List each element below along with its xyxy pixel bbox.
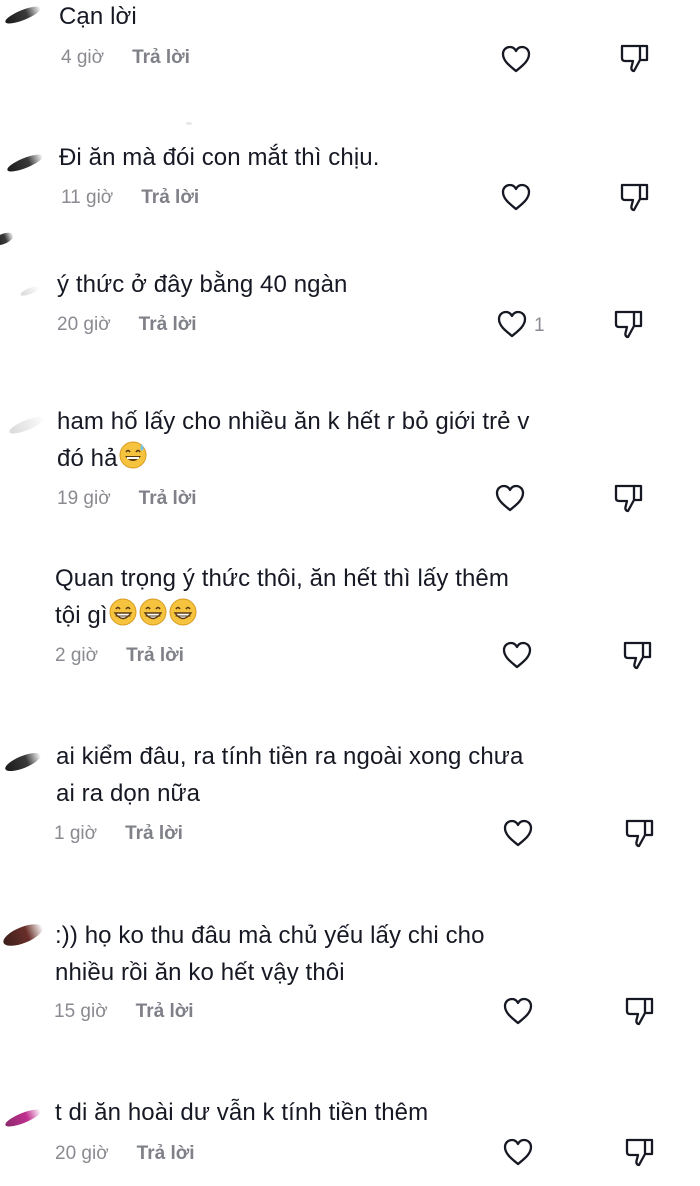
comment-time: 15 giờ [54,1001,108,1022]
comment-meta: 11 giờ Trả lời [61,187,199,209]
comment-item: Quan trọng ý thức thôi, ăn hết thì lấy t… [0,540,700,710]
heart-icon[interactable] [496,309,528,339]
thumbs-down-icon[interactable] [612,481,646,515]
comment-item: ý thức ở đây bằng 40 ngàn 20 giờ Trả lời … [0,230,700,370]
heart-icon[interactable] [494,483,526,513]
avatar[interactable] [3,3,43,27]
comment-text: t di ăn hoài dư vẫn k tính tiền thêm [55,1099,429,1126]
reply-button[interactable]: Trả lời [139,488,197,509]
avatar[interactable] [5,151,45,175]
comment-text: Đi ăn mà đói con mắt thì chịu. [59,144,380,171]
comment-time: 1 giờ [54,823,98,844]
thumbs-down-icon[interactable] [612,307,646,341]
comment-meta: 4 giờ Trả lời [61,47,190,69]
thumbs-down-icon[interactable] [618,41,652,75]
comment-meta: 15 giờ Trả lời [54,1001,194,1023]
reply-button[interactable]: Trả lời [136,1001,194,1022]
avatar[interactable] [3,1106,43,1130]
reply-button[interactable]: Trả lời [125,823,183,844]
comment-text: :)) họ ko thu đâu mà chủ yếu lấy chi cho… [55,922,485,986]
thumbs-down-icon[interactable] [623,994,657,1028]
comment-meta: 20 giờ Trả lời [57,314,197,336]
comment-time: 2 giờ [55,645,99,666]
comment-text: ý thức ở đây bằng 40 ngàn [57,271,348,298]
thumbs-down-icon[interactable] [623,1135,657,1169]
comment-meta: 20 giờ Trả lời [55,1143,195,1165]
grin-emoji-icon [139,598,167,626]
avatar[interactable] [0,230,16,248]
avatar[interactable] [7,413,47,437]
avatar[interactable] [3,749,43,775]
comment-time: 20 giờ [57,314,111,335]
comment-time: 11 giờ [61,187,114,208]
comment-text: ai kiểm đâu, ra tính tiền ra ngoài xong … [56,743,524,807]
thumbs-down-icon[interactable] [621,638,655,672]
comment-time: 20 giờ [55,1143,109,1164]
reply-button[interactable]: Trả lời [132,47,190,68]
comment-time: 19 giờ [57,488,111,509]
thumbs-down-icon[interactable] [623,816,657,850]
comment-text: Cạn lời [59,3,137,30]
heart-icon[interactable] [502,996,534,1026]
grin-emoji-icon [169,598,197,626]
sweat-smile-emoji-icon [119,441,147,469]
comment-meta: 1 giờ Trả lời [54,823,183,845]
reply-button[interactable]: Trả lời [139,314,197,335]
avatar[interactable] [19,284,41,298]
avatar[interactable] [0,919,46,951]
heart-icon[interactable] [500,44,532,74]
comment-time: 4 giờ [61,47,105,68]
comment-item: :)) họ ko thu đâu mà chủ yếu lấy chi cho… [0,885,700,1065]
comment-meta: 2 giờ Trả lời [55,645,184,667]
reply-button[interactable]: Trả lời [141,187,199,208]
comment-item: Cạn lời 4 giờ Trả lời [0,0,700,100]
comment-item: t di ăn hoài dư vẫn k tính tiền thêm 20 … [0,1065,700,1186]
like-count: 1 [534,315,545,336]
comment-item: ham hố lấy cho nhiều ăn k hết r bỏ giới … [0,370,700,540]
thumbs-down-icon[interactable] [618,180,652,214]
comment-text: ham hố lấy cho nhiều ăn k hết r bỏ giới … [57,403,617,477]
comment-meta: 19 giờ Trả lời [57,488,197,510]
heart-icon[interactable] [500,182,532,212]
comment-item: ai kiểm đâu, ra tính tiền ra ngoài xong … [0,710,700,885]
heart-icon[interactable] [501,640,533,670]
reply-button[interactable]: Trả lời [126,645,184,666]
heart-icon[interactable] [502,1137,534,1167]
reply-button[interactable]: Trả lời [137,1143,195,1164]
comment-item: Đi ăn mà đói con mắt thì chịu. 11 giờ Trả… [0,100,700,230]
grin-emoji-icon [109,598,137,626]
scan-mark [186,122,192,125]
heart-icon[interactable] [502,818,534,848]
comment-text: Quan trọng ý thức thôi, ăn hết thì lấy t… [55,560,615,634]
